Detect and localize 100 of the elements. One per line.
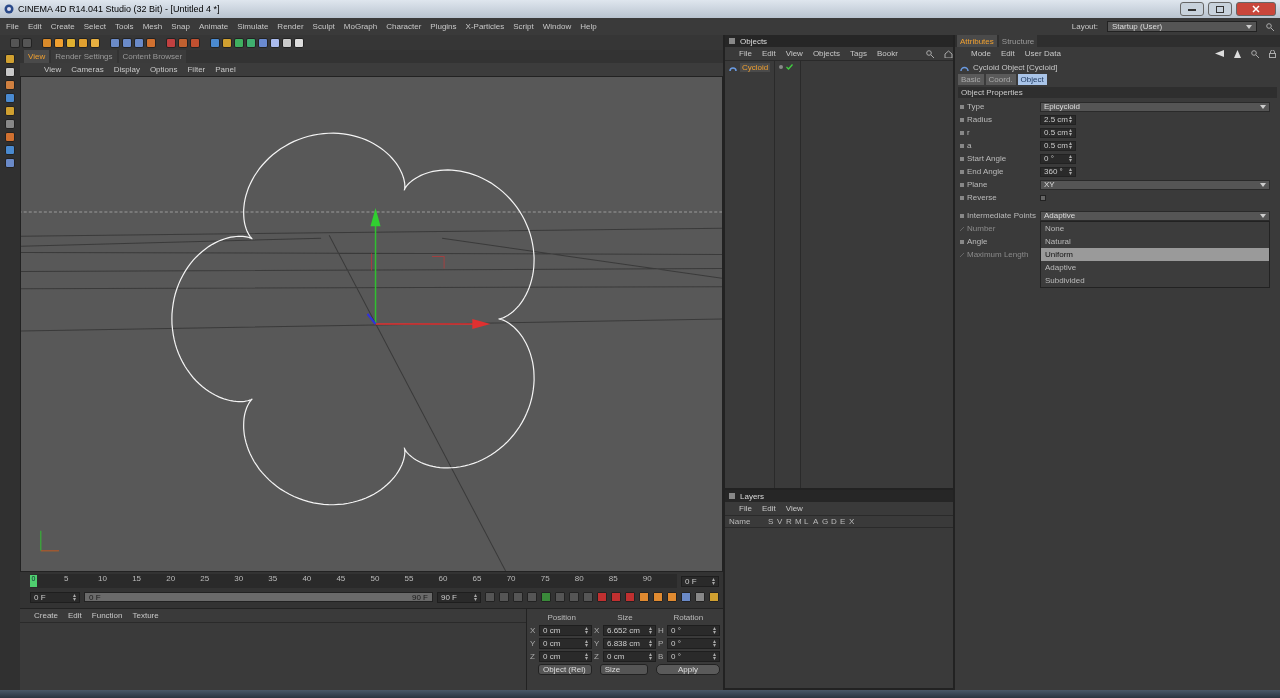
- property-dropdown[interactable]: XY: [1040, 179, 1270, 190]
- apply-button[interactable]: Apply: [656, 664, 720, 675]
- tool-button[interactable]: [54, 37, 64, 48]
- menu-item[interactable]: Edit: [761, 504, 776, 513]
- menu-item[interactable]: Create: [50, 22, 75, 31]
- menu-item[interactable]: MoGraph: [343, 22, 378, 31]
- close-button[interactable]: [1236, 2, 1276, 16]
- column-header[interactable]: Name: [729, 517, 765, 526]
- layout-dropdown[interactable]: Startup (User): [1107, 21, 1257, 32]
- menu-item[interactable]: Texture: [132, 611, 159, 620]
- tool-button[interactable]: [294, 37, 304, 48]
- search-icon[interactable]: [926, 49, 934, 58]
- property-number-field[interactable]: 360 °: [1040, 166, 1076, 177]
- home-icon[interactable]: [944, 49, 953, 58]
- menu-item[interactable]: Help: [580, 22, 597, 31]
- column-header[interactable]: L: [804, 517, 810, 526]
- size-field[interactable]: 0 cm: [603, 651, 656, 662]
- menu-item[interactable]: Edit: [68, 611, 82, 620]
- size-field[interactable]: 6.652 cm: [603, 625, 656, 636]
- maximize-button[interactable]: [1208, 2, 1232, 16]
- property-dropdown[interactable]: Adaptive: [1040, 210, 1270, 221]
- checkmark-icon[interactable]: [786, 64, 793, 70]
- lock-icon[interactable]: [1269, 49, 1276, 58]
- size-field[interactable]: 6.838 cm: [603, 638, 656, 649]
- rotation-field[interactable]: 0 °: [667, 625, 720, 636]
- search-icon[interactable]: [1266, 22, 1274, 31]
- position-field[interactable]: 0 cm: [539, 651, 592, 662]
- tool-button[interactable]: [66, 37, 76, 48]
- coordinate-mode-dropdown[interactable]: Object (Rel): [538, 664, 592, 675]
- menu-item[interactable]: User Data: [1024, 49, 1061, 58]
- visibility-dot-icon[interactable]: [779, 65, 783, 69]
- menu-item[interactable]: View: [785, 504, 803, 513]
- menu-item[interactable]: Objects: [812, 49, 840, 58]
- dropdown-option[interactable]: None: [1041, 222, 1269, 235]
- search-icon[interactable]: [1251, 49, 1259, 58]
- tool-button[interactable]: [246, 37, 256, 48]
- property-number-field[interactable]: 0 °: [1040, 153, 1076, 164]
- menu-item[interactable]: Mode: [971, 49, 991, 58]
- menu-item[interactable]: Display: [113, 65, 140, 74]
- tool-button[interactable]: [270, 37, 280, 48]
- column-header[interactable]: X: [849, 517, 855, 526]
- property-number-field[interactable]: 0.5 cm: [1040, 127, 1076, 138]
- menu-item[interactable]: Plugins: [430, 22, 457, 31]
- column-header[interactable]: A: [813, 517, 819, 526]
- object-name[interactable]: Cycloid: [740, 62, 771, 72]
- panel-tab[interactable]: Structure: [998, 35, 1038, 47]
- menu-item[interactable]: Options: [149, 65, 178, 74]
- menu-item[interactable]: Character: [386, 22, 422, 31]
- viewport-tab[interactable]: Render Settings: [51, 50, 117, 63]
- object-row[interactable]: Cycloid: [725, 61, 774, 73]
- property-number-field[interactable]: 0.5 cm: [1040, 140, 1076, 151]
- menu-item[interactable]: Bookr: [876, 49, 898, 58]
- menu-item[interactable]: Script: [513, 22, 534, 31]
- dropdown-option[interactable]: Adaptive: [1041, 261, 1269, 274]
- tool-button[interactable]: [258, 37, 268, 48]
- panel-tab[interactable]: Attributes: [957, 35, 997, 47]
- menu-item[interactable]: Edit: [27, 22, 42, 31]
- back-arrow-icon[interactable]: [1215, 50, 1224, 57]
- menu-item[interactable]: Mesh: [142, 22, 163, 31]
- menu-item[interactable]: Select: [83, 22, 106, 31]
- menu-item[interactable]: Animate: [198, 22, 229, 31]
- menu-item[interactable]: Function: [91, 611, 123, 620]
- tool-button[interactable]: [222, 37, 232, 48]
- menu-item[interactable]: File: [739, 504, 752, 513]
- menu-item[interactable]: Create: [34, 611, 58, 620]
- column-header[interactable]: E: [840, 517, 846, 526]
- menu-item[interactable]: Edit: [1001, 49, 1015, 58]
- column-header[interactable]: M: [795, 517, 801, 526]
- menu-item[interactable]: Render: [277, 22, 304, 31]
- minimize-button[interactable]: [1180, 2, 1204, 16]
- menu-item[interactable]: Edit: [761, 49, 776, 58]
- rotation-field[interactable]: 0 °: [667, 638, 720, 649]
- column-header[interactable]: D: [831, 517, 837, 526]
- up-arrow-icon[interactable]: [1234, 49, 1241, 58]
- viewport-tab[interactable]: Content Browser: [118, 50, 187, 63]
- viewport-tab[interactable]: View: [24, 50, 50, 63]
- dropdown-option[interactable]: Natural: [1041, 235, 1269, 248]
- attribute-tab[interactable]: Object: [1017, 74, 1047, 85]
- menu-item[interactable]: Snap: [171, 22, 190, 31]
- menu-item[interactable]: Tags: [850, 49, 867, 58]
- menu-item[interactable]: Tools: [114, 22, 134, 31]
- end-frame-field[interactable]: 90 F: [437, 591, 481, 603]
- tool-button[interactable]: [282, 37, 292, 48]
- menu-item[interactable]: View: [785, 49, 803, 58]
- position-field[interactable]: 0 cm: [539, 625, 592, 636]
- menu-item[interactable]: X-Particles: [465, 22, 505, 31]
- column-header[interactable]: G: [822, 517, 828, 526]
- rotation-field[interactable]: 0 °: [667, 651, 720, 662]
- current-frame-field[interactable]: 0 F: [681, 575, 719, 587]
- tool-button[interactable]: [234, 37, 244, 48]
- dropdown-option[interactable]: Uniform: [1041, 248, 1269, 261]
- column-header[interactable]: S: [768, 517, 774, 526]
- tool-button[interactable]: [78, 37, 88, 48]
- tool-button[interactable]: [90, 37, 100, 48]
- size-mode-dropdown[interactable]: Size: [599, 664, 649, 675]
- menu-item[interactable]: Filter: [187, 65, 206, 74]
- menu-item[interactable]: File: [6, 22, 19, 31]
- column-header[interactable]: V: [777, 517, 783, 526]
- menu-item[interactable]: File: [739, 49, 752, 58]
- position-field[interactable]: 0 cm: [539, 638, 592, 649]
